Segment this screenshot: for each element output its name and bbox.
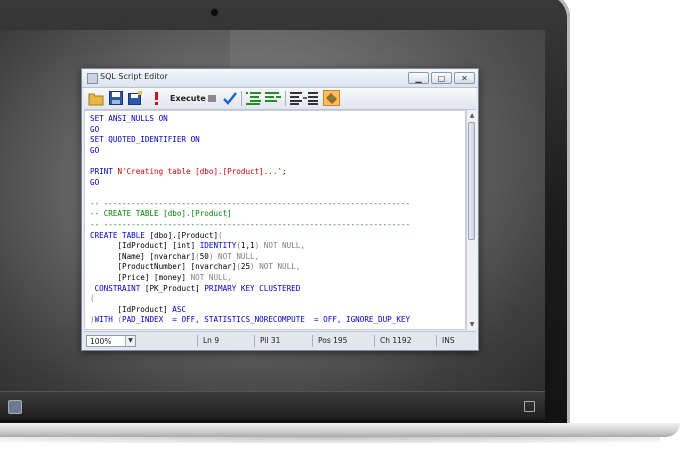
zoom-value: 100% <box>90 337 112 346</box>
code-line[interactable]: -- CREATE TABLE [dbo].[Product] <box>90 209 410 220</box>
sql-code[interactable]: SET ANSI_NULLS ON GO SET QUOTED_IDENTIFIER… <box>90 114 410 326</box>
code-token: [IdProduct] [int] <box>90 241 200 251</box>
tray-icon[interactable] <box>524 401 535 412</box>
save-icon[interactable] <box>108 90 124 107</box>
code-line[interactable] <box>90 188 410 199</box>
code-token: NOT NULL, <box>259 241 305 251</box>
code-line[interactable]: )WITH (PAD_INDEX = OFF, STATISTICS_NOREC… <box>90 315 410 326</box>
check-icon[interactable] <box>222 90 238 107</box>
code-token: PAD_INDEX = OFF, STATISTICS_NORECOMPUTE … <box>122 315 411 325</box>
save-all-icon[interactable] <box>127 90 143 107</box>
code-token: NOT NULL, <box>190 272 232 282</box>
stop-icon[interactable] <box>206 90 218 107</box>
code-line[interactable]: SET QUOTED_IDENTIFIER ON <box>90 135 410 146</box>
code-token: CREATE TABLE <box>90 230 150 240</box>
vertical-scrollbar[interactable]: ▲ ▼ <box>466 110 477 330</box>
laptop-base <box>0 423 680 437</box>
maximize-button[interactable]: □ <box>431 72 452 84</box>
scroll-down-icon[interactable]: ▼ <box>468 320 476 329</box>
code-token: IDENTITY <box>199 241 237 251</box>
code-line[interactable]: [IdProduct] ASC <box>90 305 410 316</box>
code-line[interactable]: -- -------------------------------------… <box>90 199 410 210</box>
zoom-select[interactable]: 100% ▼ <box>86 335 136 347</box>
code-token: CONSTRAINT <box>90 283 145 293</box>
code-token: PRIMARY KEY CLUSTERED <box>204 283 301 293</box>
code-token: 25 <box>240 262 251 272</box>
code-line[interactable]: [IdProduct] [int] IDENTITY(1,1) NOT NULL… <box>90 241 410 252</box>
status-position: Pos 195 <box>312 335 367 347</box>
code-line[interactable]: GO <box>90 178 410 189</box>
code-token: WITH <box>94 315 118 325</box>
code-token: 50 <box>199 251 209 261</box>
code-line[interactable]: PRINT N'Creating table [dbo].[Product]..… <box>90 167 410 178</box>
code-token: [Name] [nvarchar] <box>90 251 196 261</box>
toolbar: Execute <box>84 88 476 110</box>
code-token: GO <box>90 177 100 187</box>
start-icon[interactable] <box>8 400 22 414</box>
toolbar-separator <box>241 91 242 106</box>
code-line[interactable]: CREATE TABLE [dbo].[Product]( <box>90 231 410 242</box>
code-token: ; <box>282 166 287 176</box>
options-icon[interactable] <box>323 90 340 106</box>
status-line: Ln 9 <box>197 335 242 347</box>
sql-editor-window: SQL Script Editor ▁ □ ✕ Execute SET ANSI… <box>81 68 479 351</box>
code-line[interactable] <box>90 156 410 167</box>
code-token: -- -------------------------------------… <box>90 198 411 208</box>
status-char: Ch 1192 <box>374 335 434 347</box>
code-line[interactable]: [Price] [money] NOT NULL, <box>90 273 410 284</box>
code-token: 1,1 <box>240 241 255 251</box>
title-bar[interactable]: SQL Script Editor ▁ □ ✕ <box>82 69 478 88</box>
code-token: -- CREATE TABLE [dbo].[Product] <box>90 209 232 219</box>
app-icon <box>87 73 98 84</box>
code-line[interactable]: GO <box>90 146 410 157</box>
outdent-icon[interactable] <box>264 90 282 107</box>
status-mode: INS <box>436 335 474 347</box>
status-column: Pil 31 <box>254 335 299 347</box>
code-line[interactable]: SET ANSI_NULLS ON <box>90 114 410 125</box>
code-token: N'Creating table [dbo].[Product]...' <box>117 166 283 176</box>
code-token: [Price] [money] <box>90 272 191 282</box>
code-token: NOT NULL, <box>254 262 301 272</box>
close-button[interactable]: ✕ <box>454 72 475 84</box>
execute-button[interactable]: Execute <box>170 94 206 103</box>
code-line[interactable]: GO <box>90 125 410 136</box>
minimize-button[interactable]: ▁ <box>408 72 429 84</box>
status-bar: 100% ▼ Ln 9 Pil 31 Pos 195 Ch 1192 INS <box>84 331 476 350</box>
code-token: [ProductNumber] [nvarchar] <box>90 262 237 272</box>
code-token: [dbo].[Product] <box>149 230 219 240</box>
code-token: SET QUOTED_IDENTIFIER ON <box>90 135 200 145</box>
code-token: GO <box>90 145 100 155</box>
code-token: ( <box>218 230 223 240</box>
code-editor[interactable]: SET ANSI_NULLS ON GO SET QUOTED_IDENTIFIER… <box>84 110 466 330</box>
taskbar <box>0 391 545 420</box>
code-line[interactable]: ( <box>90 294 410 305</box>
laptop-shadow <box>0 437 660 443</box>
error-icon[interactable] <box>152 90 162 107</box>
window-title: SQL Script Editor <box>100 72 168 81</box>
code-token: NOT NULL, <box>213 251 260 261</box>
code-token: ( <box>90 294 95 304</box>
code-line[interactable]: -- -------------------------------------… <box>90 220 410 231</box>
code-token: PRINT <box>90 166 118 176</box>
code-token: [IdProduct] <box>90 304 173 314</box>
code-token: [PK_Product] <box>144 283 205 293</box>
scrollbar-thumb[interactable] <box>468 122 475 240</box>
camera-icon <box>211 9 218 16</box>
toolbar-separator <box>285 91 286 106</box>
code-line[interactable]: [Name] [nvarchar](50) NOT NULL, <box>90 252 410 263</box>
code-line[interactable]: [ProductNumber] [nvarchar](25) NOT NULL, <box>90 262 410 273</box>
code-token: GO <box>90 124 100 134</box>
indent-icon[interactable] <box>245 90 263 107</box>
code-token: SET ANSI_NULLS ON <box>90 114 168 123</box>
chevron-down-icon[interactable]: ▼ <box>125 336 135 346</box>
format-icon[interactable] <box>289 90 319 107</box>
open-folder-icon[interactable] <box>88 90 104 107</box>
code-line[interactable]: CONSTRAINT [PK_Product] PRIMARY KEY CLUS… <box>90 284 410 295</box>
code-token: -- -------------------------------------… <box>90 219 411 229</box>
scroll-up-icon[interactable]: ▲ <box>468 111 476 120</box>
code-token: ASC <box>172 304 187 314</box>
